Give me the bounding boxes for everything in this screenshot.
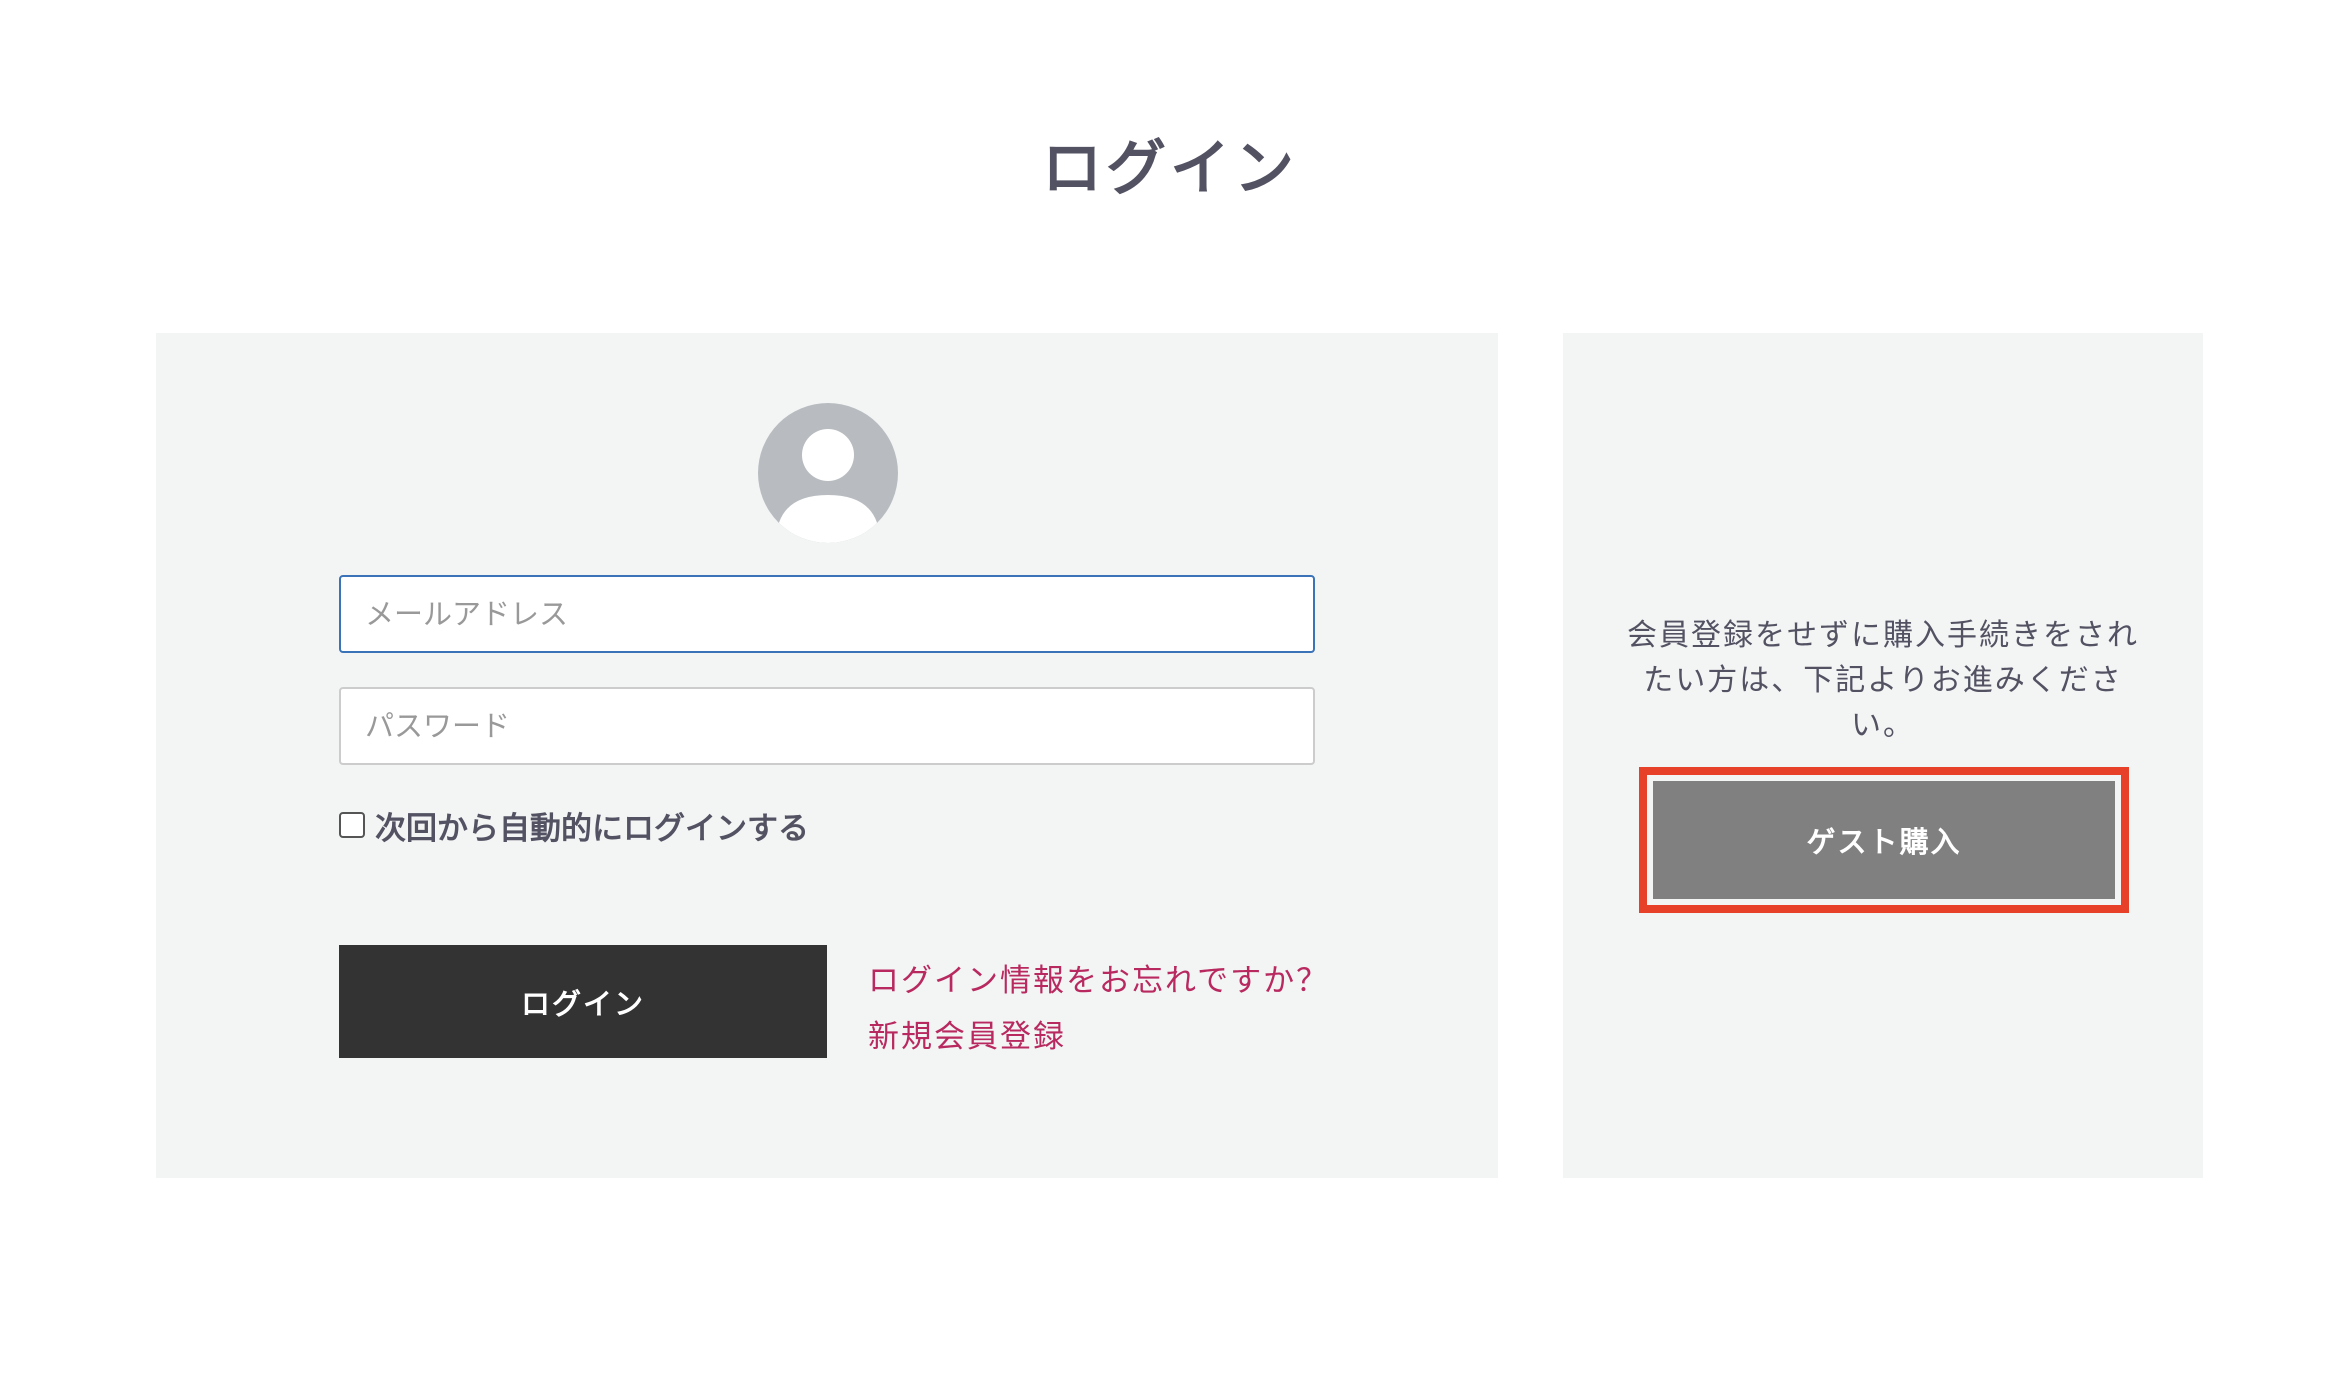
remember-checkbox[interactable] xyxy=(339,812,365,838)
forgot-password-link[interactable]: ログイン情報をお忘れですか？ xyxy=(868,955,1329,1000)
guest-purchase-button[interactable]: ゲスト購入 xyxy=(1653,781,2115,899)
login-panel: 次回から自動的にログインする ログイン ログイン情報をお忘れですか？ 新規会員登… xyxy=(156,333,1498,1178)
email-input[interactable] xyxy=(339,575,1315,653)
remember-me[interactable]: 次回から自動的にログインする xyxy=(339,803,809,847)
register-link[interactable]: 新規会員登録 xyxy=(868,1011,1066,1056)
guest-panel: 会員登録をせずに購入手続きをされたい方は、下記よりお進みください。 ゲスト購入 xyxy=(1563,333,2203,1178)
password-input[interactable] xyxy=(339,687,1315,765)
guest-description: 会員登録をせずに購入手続きをされたい方は、下記よりお進みください。 xyxy=(1627,618,2139,743)
page-title: ログイン xyxy=(1042,134,1298,205)
user-avatar-icon xyxy=(758,403,898,543)
login-button[interactable]: ログイン xyxy=(339,945,827,1058)
remember-label[interactable]: 次回から自動的にログインする xyxy=(375,803,809,848)
